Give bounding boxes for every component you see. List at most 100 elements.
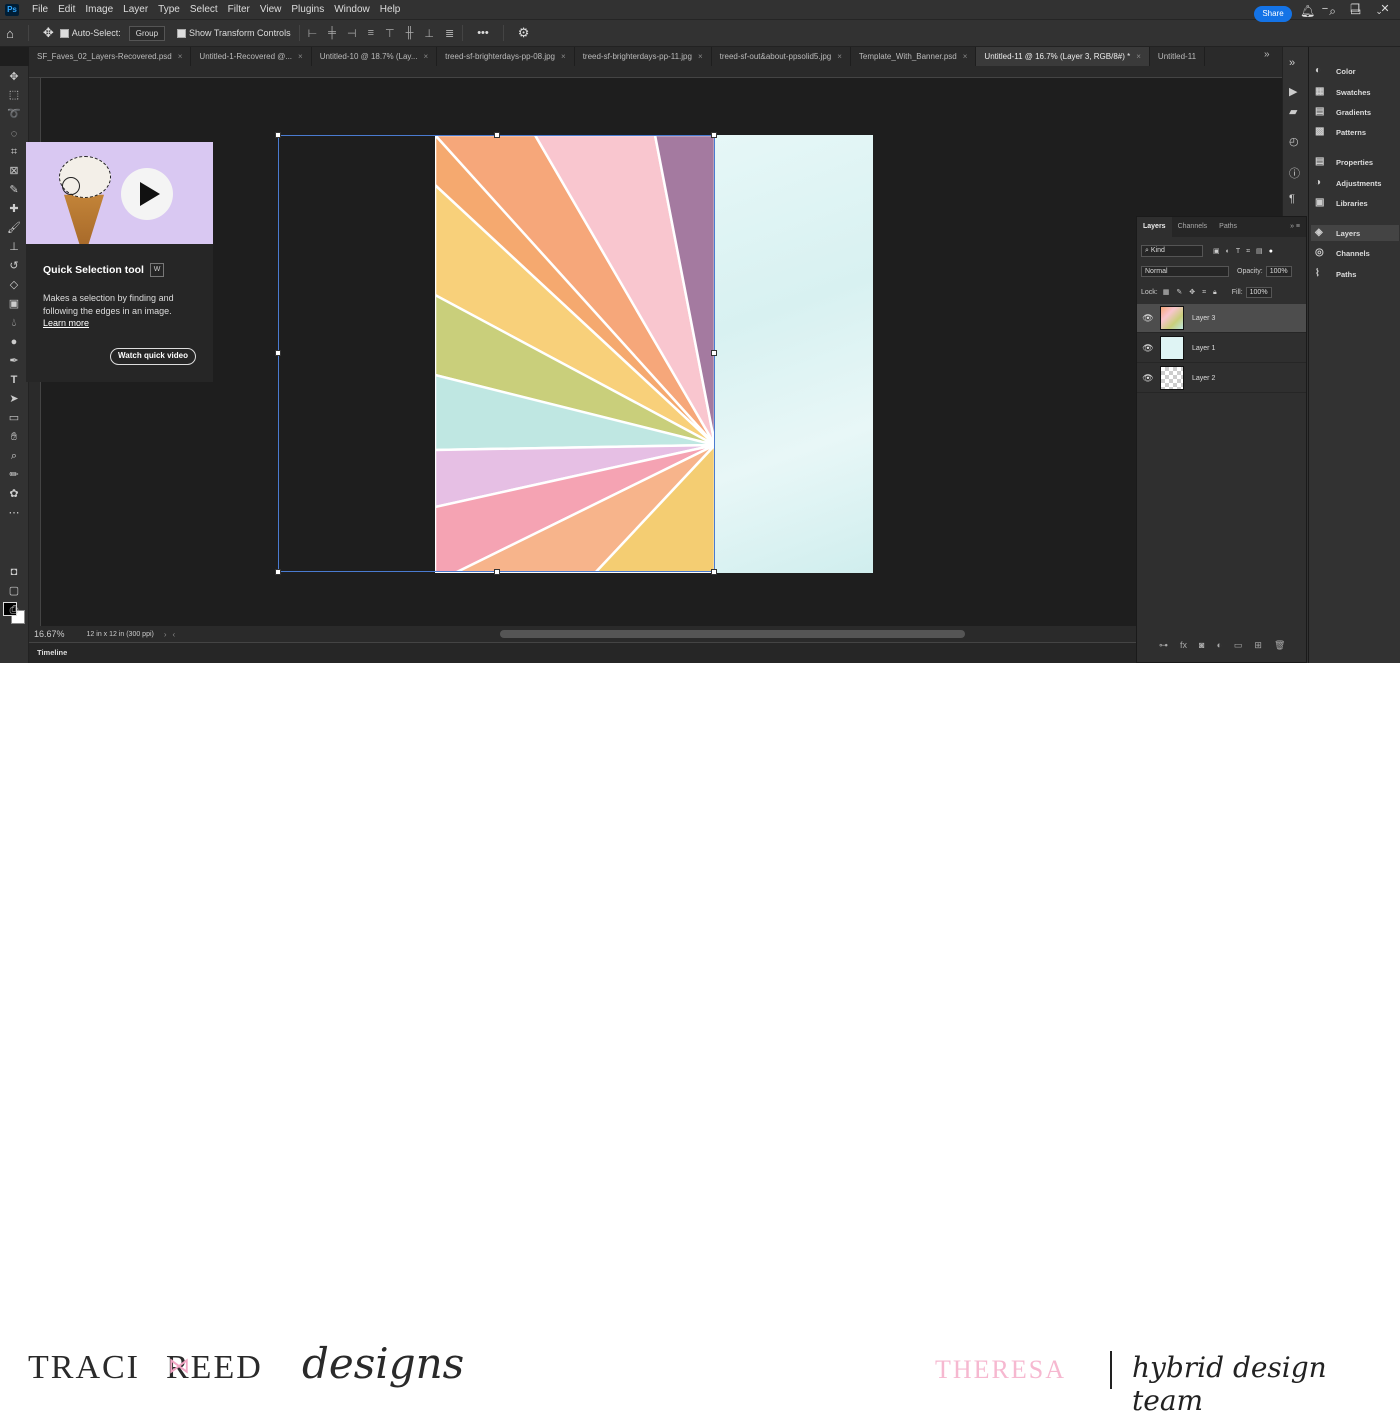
- auto-select-checkbox[interactable]: [59, 28, 69, 38]
- folder-icon[interactable]: ▭: [1234, 640, 1243, 651]
- workspace-icon[interactable]: ▭: [1350, 4, 1361, 19]
- tab-brighterdays-08[interactable]: treed-sf-brighterdays-pp-08.jpg ×: [437, 47, 575, 66]
- eye-icon[interactable]: 👁︎: [1137, 373, 1159, 384]
- distribute-v-icon[interactable]: ≣: [445, 27, 454, 40]
- eye-icon[interactable]: 👁︎: [1137, 313, 1159, 324]
- tab-out-about[interactable]: treed-sf-out&about-ppsolid5.jpg ×: [712, 47, 851, 66]
- transform-handle[interactable]: [494, 569, 500, 575]
- mask-icon[interactable]: ◙: [1199, 640, 1204, 650]
- edit-toolbar-icon[interactable]: ✏: [5, 467, 23, 483]
- zoom-tool-icon[interactable]: ⌕: [5, 448, 23, 464]
- marquee-tool-icon[interactable]: ⬚: [5, 87, 23, 103]
- comment-icon[interactable]: ▰: [1289, 105, 1297, 118]
- tab-untitled-11[interactable]: Untitled-11: [1150, 47, 1206, 66]
- bell-icon[interactable]: 🔔︎: [1300, 4, 1315, 19]
- panel-properties[interactable]: ▤ Properties: [1315, 154, 1373, 170]
- dodge-tool-icon[interactable]: ●: [5, 334, 23, 350]
- panel-menu-icon[interactable]: » ≡: [1284, 217, 1306, 237]
- filter-icons[interactable]: ▣◐T⌗▤: [1213, 247, 1269, 256]
- blend-mode-dropdown[interactable]: Normal: [1141, 266, 1229, 277]
- horizontal-scrollbar[interactable]: [500, 630, 965, 638]
- pen-tool-icon[interactable]: ✒: [5, 353, 23, 369]
- layer-row-layer-3[interactable]: 👁︎ Layer 3: [1137, 304, 1306, 333]
- trash-icon[interactable]: 🗑︎: [1274, 640, 1285, 651]
- tab-untitled-10[interactable]: Untitled-10 @ 18.7% (Lay... ×: [312, 47, 438, 66]
- quick-mask-icon[interactable]: ◘: [5, 564, 23, 580]
- transform-handle[interactable]: [275, 569, 281, 575]
- transform-handle[interactable]: [494, 132, 500, 138]
- menu-type[interactable]: Type: [153, 4, 185, 15]
- fill-field[interactable]: 100%: [1245, 287, 1272, 298]
- type-tool-icon[interactable]: T: [5, 372, 23, 388]
- panel-layers[interactable]: ◈ Layers: [1311, 225, 1399, 241]
- filter-toggle-icon[interactable]: ●: [1269, 248, 1273, 255]
- align-top-icon[interactable]: ⊤: [385, 27, 395, 40]
- tab-brighterdays-11[interactable]: treed-sf-brighterdays-pp-11.jpg ×: [575, 47, 712, 66]
- watch-video-button[interactable]: Watch quick video: [110, 348, 196, 365]
- close-icon[interactable]: ×: [698, 52, 703, 61]
- tab-untitled-1[interactable]: Untitled-1-Recovered @... ×: [191, 47, 312, 66]
- transform-handle[interactable]: [275, 350, 281, 356]
- menu-help[interactable]: Help: [375, 4, 406, 15]
- align-right-icon[interactable]: ⊣: [347, 27, 357, 40]
- scroll-left-icon[interactable]: ‹: [173, 630, 176, 639]
- search-icon[interactable]: ⌕: [1329, 4, 1336, 19]
- group-dropdown[interactable]: Group: [128, 25, 166, 41]
- share-button[interactable]: Share: [1254, 6, 1292, 22]
- layer-filter-dropdown[interactable]: ⌕ Kind: [1141, 245, 1203, 257]
- link-icon[interactable]: ⊶: [1159, 640, 1168, 651]
- panel-swatches[interactable]: ▦ Swatches: [1315, 84, 1371, 100]
- transform-bounding-box[interactable]: [278, 135, 715, 572]
- gear-icon[interactable]: ⚙: [518, 25, 530, 41]
- collapse-panels-icon[interactable]: »: [1289, 57, 1295, 69]
- quick-selection-tool-icon[interactable]: ◌: [5, 126, 23, 142]
- rectangle-tool-icon[interactable]: ▭: [5, 410, 23, 426]
- panel-color[interactable]: ◐ Color: [1315, 63, 1356, 79]
- more-tools-icon[interactable]: ⋯: [5, 505, 23, 521]
- menu-image[interactable]: Image: [80, 4, 118, 15]
- menu-window[interactable]: Window: [329, 4, 375, 15]
- close-icon[interactable]: ×: [298, 52, 303, 61]
- menu-select[interactable]: Select: [185, 4, 223, 15]
- layer-row-layer-1[interactable]: 👁︎ Layer 1: [1137, 334, 1306, 363]
- panel-gradients[interactable]: ▤ Gradients: [1315, 104, 1371, 120]
- adjustment-icon[interactable]: ◐: [1216, 640, 1221, 650]
- transform-handle[interactable]: [275, 132, 281, 138]
- hand-tool-icon[interactable]: ✋︎: [5, 429, 23, 445]
- lasso-tool-icon[interactable]: ➰: [5, 106, 23, 122]
- healing-tool-icon[interactable]: ✚: [5, 201, 23, 217]
- layer-row-layer-2[interactable]: 👁︎ Layer 2: [1137, 364, 1306, 393]
- status-arrow-icon[interactable]: ›: [164, 630, 167, 639]
- info-icon[interactable]: ⓘ: [1289, 165, 1300, 181]
- menu-edit[interactable]: Edit: [53, 4, 80, 15]
- brush-tool-icon[interactable]: 🖌︎: [5, 220, 23, 236]
- lock-icons[interactable]: ▦✎✥⌗🔒︎: [1163, 288, 1224, 297]
- timeline-tab[interactable]: Timeline: [37, 648, 67, 657]
- panel-adjustments[interactable]: ◑ Adjustments: [1315, 175, 1381, 191]
- path-select-icon[interactable]: ➤: [5, 391, 23, 407]
- transform-handle[interactable]: [711, 350, 717, 356]
- transform-controls-checkbox[interactable]: [177, 28, 187, 38]
- close-icon[interactable]: ×: [178, 52, 183, 61]
- close-icon[interactable]: ×: [837, 52, 842, 61]
- opacity-field[interactable]: 100%: [1265, 266, 1292, 277]
- more-options-button[interactable]: •••: [477, 27, 489, 39]
- align-center-icon[interactable]: ╪: [328, 27, 336, 40]
- move-tool-icon[interactable]: ✥: [43, 25, 54, 41]
- tab-channels[interactable]: Channels: [1172, 217, 1214, 237]
- panel-patterns[interactable]: ▩ Patterns: [1315, 124, 1366, 140]
- chevron-down-icon[interactable]: ⌄: [1375, 6, 1383, 19]
- document-size[interactable]: 12 in x 12 in (300 ppi): [87, 631, 154, 638]
- content-aware-icon[interactable]: ✿: [5, 486, 23, 502]
- character-icon[interactable]: ¶: [1289, 193, 1295, 205]
- eraser-tool-icon[interactable]: ◇: [5, 277, 23, 293]
- menu-layer[interactable]: Layer: [118, 4, 153, 15]
- fx-icon[interactable]: fx: [1180, 640, 1187, 650]
- gradient-tool-icon[interactable]: ▣: [5, 296, 23, 312]
- menu-filter[interactable]: Filter: [223, 4, 255, 15]
- share-icon[interactable]: ⎙: [5, 602, 23, 618]
- learn-more-link[interactable]: Learn more: [43, 318, 89, 328]
- close-icon[interactable]: ×: [561, 52, 566, 61]
- tab-paths[interactable]: Paths: [1213, 217, 1243, 237]
- tooltip-preview-image[interactable]: [26, 142, 213, 244]
